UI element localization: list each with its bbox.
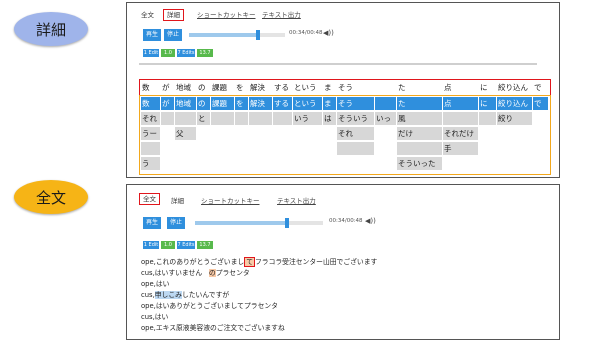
transcript-line[interactable]: ope,エキス原液美容液のご注文でございますね [141, 323, 285, 334]
tab-detail[interactable]: 詳細 [163, 9, 184, 21]
volume-icon[interactable]: ◀)) [365, 217, 376, 225]
transcript-line[interactable]: cus,申しこみしたいんですが [141, 290, 229, 301]
progress-thumb[interactable] [285, 218, 290, 228]
divider [139, 63, 537, 65]
play-button[interactable]: 再生 [143, 217, 161, 229]
detail-panel: 全文 詳細 ショートカットキー テキスト出力 再生 停止 00:34/00:48… [126, 2, 560, 178]
selected-word[interactable]: 申しこみ [154, 291, 182, 299]
tab-shortcut-keys[interactable]: ショートカットキー [197, 9, 256, 21]
edited-word[interactable]: て [244, 257, 255, 267]
progress-track[interactable] [189, 30, 285, 40]
full-text-label: 全文 [14, 180, 88, 214]
tab-full-text[interactable]: 全文 [141, 9, 154, 21]
tab-full-text[interactable]: 全文 [139, 193, 160, 205]
badge-edits-rate: 13.7 % [197, 49, 213, 64]
progress-fill [189, 33, 259, 37]
transcript-line[interactable]: ope,これのありがとうございましてフラコラ受注センター山田でございます [141, 257, 377, 268]
transcript-line[interactable]: ope,はい [141, 279, 169, 290]
audio-player: 再生 停止 00:34/00:48 ◀)) [137, 217, 437, 229]
tab-text-export[interactable]: テキスト出力 [277, 195, 316, 207]
transcript-line[interactable]: cus,はい [141, 312, 168, 323]
full-text-panel: 全文 詳細 ショートカットキー テキスト出力 再生 停止 00:34/00:48… [126, 184, 560, 340]
stop-button[interactable]: 停止 [167, 217, 185, 229]
badge-edits-rate: 13.7 % [197, 241, 213, 256]
badge-edits-total: 7 Edits [177, 241, 195, 249]
stop-button[interactable]: 停止 [164, 29, 182, 41]
recognized-row-highlight [139, 79, 551, 96]
badge-edit-count: 1 Edit [143, 241, 159, 249]
progress-fill [195, 221, 288, 225]
volume-icon[interactable]: ◀)) [323, 29, 334, 37]
badge-edits-total: 7 Edits [177, 49, 195, 57]
time-readout: 00:34/00:48 [289, 30, 323, 36]
tab-text-export[interactable]: テキスト出力 [262, 9, 301, 21]
detail-label: 詳細 [14, 12, 88, 46]
transcript-line[interactable]: cus,はいすいません のプラセンタ [141, 268, 250, 279]
tab-shortcut-keys[interactable]: ショートカットキー [201, 195, 260, 207]
progress-track[interactable] [195, 218, 323, 228]
tab-detail[interactable]: 詳細 [171, 195, 184, 207]
candidate-rows-highlight [139, 95, 551, 175]
progress-thumb[interactable] [256, 30, 261, 40]
time-readout: 00:34/00:48 [329, 218, 363, 224]
edited-word[interactable]: の [208, 269, 216, 277]
play-button[interactable]: 再生 [143, 29, 161, 41]
audio-player: 再生 停止 00:34/00:48 ◀)) [137, 29, 437, 41]
badge-edit-rate: 1.0 % [161, 49, 175, 64]
badge-edit-rate: 1.0 % [161, 241, 175, 256]
transcript-line[interactable]: ope,はいありがとうございましてプラセンタ [141, 301, 278, 312]
badge-edit-count: 1 Edit [143, 49, 159, 57]
